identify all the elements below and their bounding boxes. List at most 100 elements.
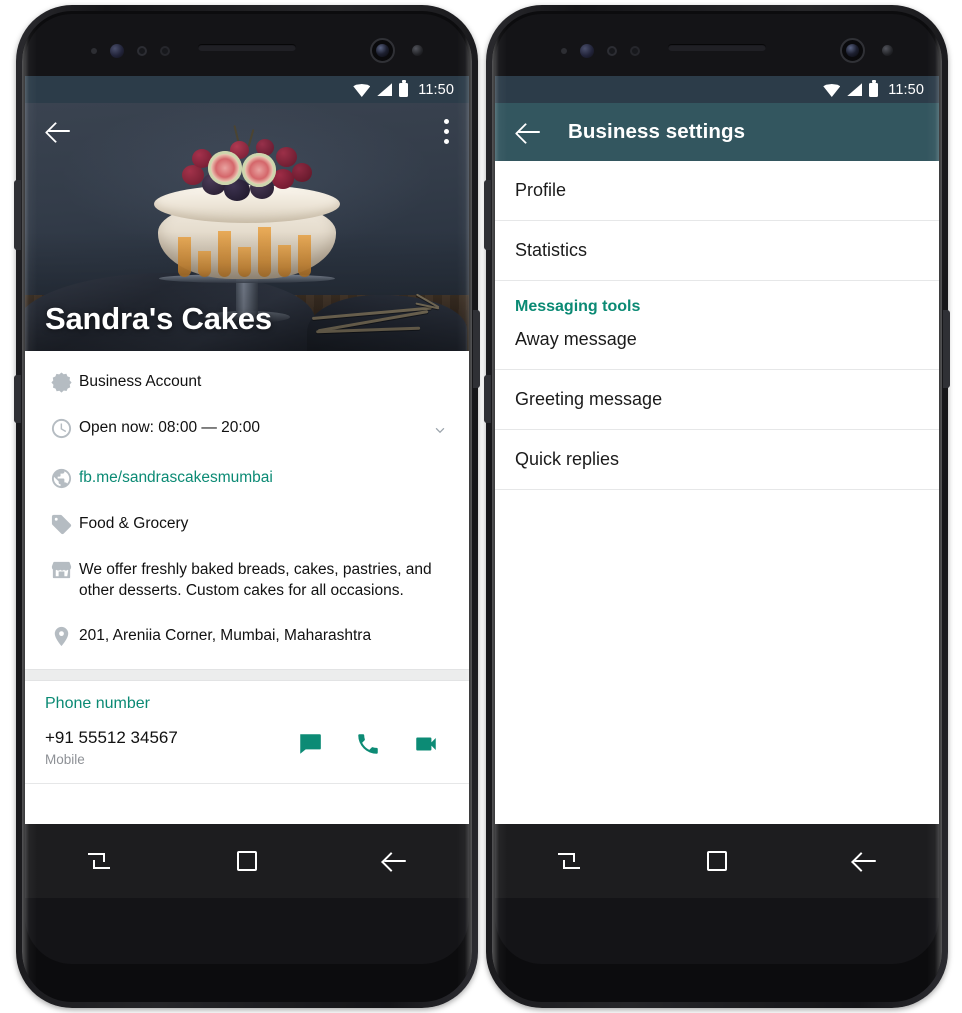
back-button[interactable] [363, 840, 427, 882]
home-button[interactable] [685, 840, 749, 882]
info-text-website-link[interactable]: fb.me/sandrascakesmumbai [79, 466, 449, 488]
back-arrow-icon[interactable] [45, 118, 72, 145]
home-icon [237, 851, 257, 871]
led-indicator-icon [412, 45, 423, 56]
screen-left: 11:50 Sandra's Cakes Business Account Op… [25, 76, 469, 898]
status-bar-time: 11:50 [418, 81, 454, 98]
sensor-cluster-right [561, 44, 640, 58]
home-button[interactable] [215, 840, 279, 882]
phone-number-value: +91 55512 34567 [45, 727, 178, 747]
front-camera-icon [840, 38, 865, 63]
earpiece-speaker [668, 44, 766, 51]
back-icon [853, 849, 877, 873]
recents-icon [558, 851, 580, 871]
screen-right: 11:50 Business settings Profile Statisti… [495, 76, 939, 898]
info-row-address[interactable]: 201, Areniia Corner, Mumbai, Maharashtra [25, 613, 469, 659]
home-icon [707, 851, 727, 871]
proximity-sensor-icon [561, 48, 567, 54]
phone-device-left: 11:50 Sandra's Cakes Business Account Op… [14, 5, 480, 1008]
section-divider [25, 668, 469, 681]
iris-scanner-icon [580, 44, 594, 58]
assistant-button-left[interactable] [14, 375, 21, 423]
phone-number-label: Phone number [45, 694, 150, 712]
wifi-icon [353, 83, 370, 96]
sensor-cluster-left [91, 44, 170, 58]
ir-emitter-icon [160, 46, 170, 56]
settings-item-away-message[interactable]: Away message [495, 322, 939, 369]
tag-icon [43, 512, 79, 536]
cover-toolbar [25, 103, 469, 159]
message-icon[interactable] [297, 731, 323, 762]
phone-number-row[interactable]: +91 55512 34567 Mobile [45, 727, 449, 783]
volume-button-left[interactable] [14, 180, 21, 250]
power-button-left[interactable] [473, 310, 480, 388]
status-bar-right: 11:50 [495, 76, 939, 103]
recents-button[interactable] [67, 840, 131, 882]
list-divider [25, 782, 469, 784]
app-bar-title: Business settings [568, 120, 746, 143]
signal-icon [377, 83, 393, 96]
signal-icon [847, 83, 863, 96]
info-row-website[interactable]: fb.me/sandrascakesmumbai [25, 455, 469, 501]
info-row-category[interactable]: Food & Grocery [25, 501, 469, 547]
android-navigation-bar [495, 824, 939, 898]
info-row-business-account[interactable]: Business Account [25, 359, 469, 405]
business-name: Sandra's Cakes [45, 301, 272, 336]
recents-icon [88, 851, 110, 871]
front-camera-icon [370, 38, 395, 63]
ir-emitter-icon [630, 46, 640, 56]
assistant-button-right[interactable] [484, 375, 491, 423]
globe-icon [43, 466, 79, 490]
verified-badge-icon [43, 370, 79, 394]
storefront-icon [43, 558, 79, 582]
info-text: Open now: 08:00 — 20:00 [79, 419, 260, 436]
app-bar-business-settings: Business settings [495, 103, 939, 161]
phone-top-bezel-right [495, 14, 939, 76]
location-pin-icon [43, 624, 79, 648]
phone-bottom-bezel-left [25, 898, 469, 964]
light-sensor-icon [607, 46, 617, 56]
recents-button[interactable] [537, 840, 601, 882]
phone-number-type: Mobile [45, 751, 85, 767]
phone-number-block: +91 55512 34567 Mobile [45, 727, 178, 767]
android-navigation-bar [25, 824, 469, 898]
wifi-icon [823, 83, 840, 96]
phone-bottom-bezel-right [495, 898, 939, 964]
info-row-hours[interactable]: Open now: 08:00 — 20:00 [25, 405, 469, 455]
battery-icon [399, 80, 409, 97]
kebab-menu-icon[interactable] [444, 118, 449, 144]
settings-item-quick-replies[interactable]: Quick replies [495, 430, 939, 489]
proximity-sensor-icon [91, 48, 97, 54]
settings-item-greeting-message[interactable]: Greeting message [495, 370, 939, 429]
call-icon[interactable] [355, 731, 381, 762]
status-bar-left: 11:50 [25, 76, 469, 103]
back-arrow-icon[interactable] [515, 119, 542, 146]
status-bar-time: 11:50 [888, 81, 924, 98]
info-text: 201, Areniia Corner, Mumbai, Maharashtra [79, 626, 372, 644]
info-text: Business Account [79, 373, 202, 390]
settings-group-messaging-tools: Messaging tools [515, 298, 641, 315]
settings-item-profile[interactable]: Profile [495, 161, 939, 220]
business-info-list: Business Account Open now: 08:00 — 20:00 [25, 351, 469, 669]
power-button-right[interactable] [943, 310, 950, 388]
list-divider [495, 489, 939, 490]
phone-device-right: 11:50 Business settings Profile Statisti… [484, 5, 950, 1008]
info-row-description[interactable]: We offer freshly baked breads, cakes, pa… [25, 547, 469, 613]
battery-icon [869, 80, 879, 97]
chevron-down-icon[interactable] [431, 421, 449, 444]
phone-number-section: Phone number +91 55512 34567 Mobile [25, 680, 469, 783]
info-text: We offer freshly baked breads, cakes, pa… [79, 561, 432, 600]
settings-item-statistics[interactable]: Statistics [495, 221, 939, 280]
phone-top-bezel-left [25, 14, 469, 76]
back-button[interactable] [833, 840, 897, 882]
light-sensor-icon [137, 46, 147, 56]
volume-button-right[interactable] [484, 180, 491, 250]
info-text: Food & Grocery [79, 515, 189, 532]
iris-scanner-icon [110, 44, 124, 58]
back-icon [383, 849, 407, 873]
phone-action-buttons [297, 731, 449, 762]
led-indicator-icon [882, 45, 893, 56]
screenshot-stage: 11:50 Sandra's Cakes Business Account Op… [0, 0, 962, 1013]
video-call-icon[interactable] [413, 731, 439, 762]
clock-icon [43, 416, 79, 440]
